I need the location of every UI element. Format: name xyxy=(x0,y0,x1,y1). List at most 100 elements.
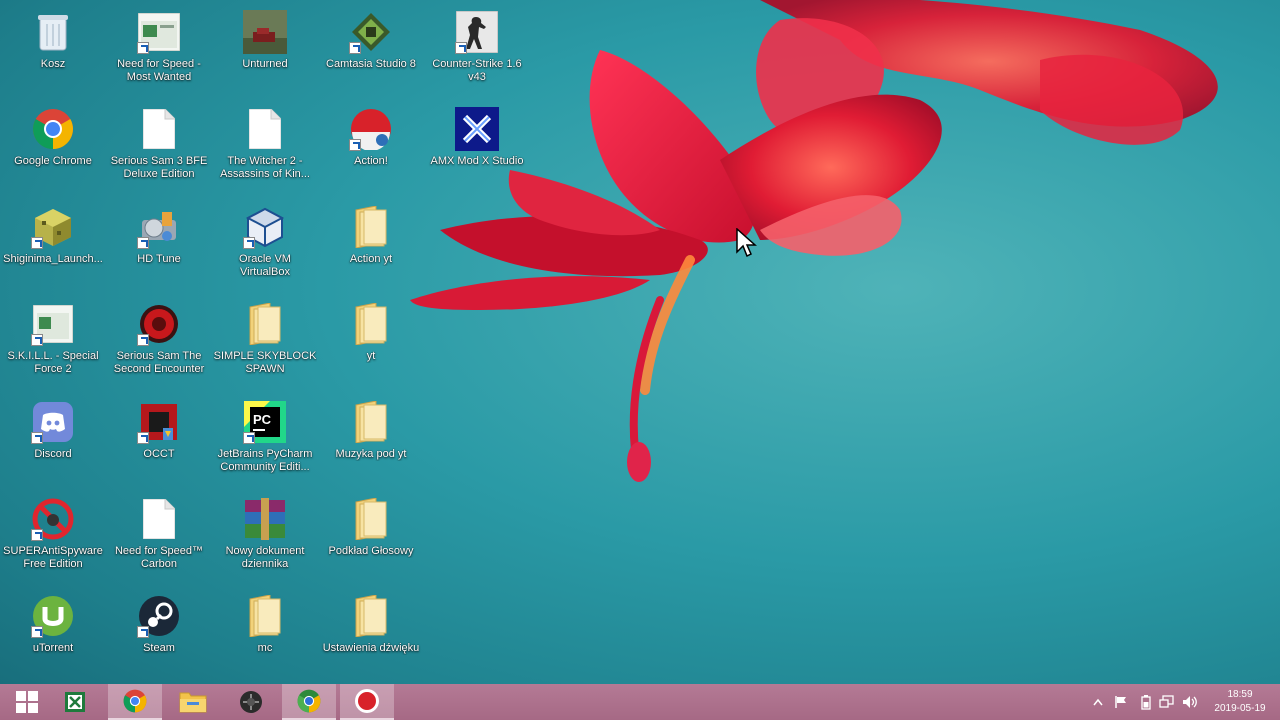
desktop-icon-hd-tune[interactable]: HD Tune xyxy=(107,199,211,291)
desktop-icon-shiginima[interactable]: Shiginima_Launch... xyxy=(1,199,105,291)
desktop-icon-label: The Witcher 2 - Assassins of Kin... xyxy=(220,155,310,180)
discord-icon xyxy=(31,400,75,444)
desktop-icon-label: Kosz xyxy=(40,58,66,70)
desktop-icon-skill[interactable]: S.K.I.L.L. - Special Force 2 xyxy=(1,296,105,388)
volume-icon[interactable] xyxy=(1182,694,1198,710)
document-icon xyxy=(137,497,181,541)
desktop-icon-nfs-carbon[interactable]: Need for Speed™ Carbon xyxy=(107,491,211,583)
desktop-icon-label: Unturned xyxy=(242,58,288,70)
desktop-icon-superantispyware[interactable]: SUPERAntiSpyware Free Edition xyxy=(1,491,105,583)
virtualbox-icon xyxy=(243,205,287,249)
record-icon xyxy=(355,689,379,713)
steam-icon xyxy=(137,594,181,638)
desktop-icon-camtasia[interactable]: Camtasia Studio 8 xyxy=(319,4,423,96)
desktop-icon-label: Action! xyxy=(354,155,388,167)
desktop-icon-label: Serious Sam The Second Encounter xyxy=(113,350,205,375)
desktop-icon-action[interactable]: Action! xyxy=(319,101,423,193)
desktop-icon-label: OCCT xyxy=(143,448,175,460)
taskbar-app-button[interactable] xyxy=(224,684,278,720)
chevron-up-icon[interactable] xyxy=(1090,694,1106,710)
serious-sam-icon xyxy=(137,302,181,346)
chrome-canary-icon xyxy=(297,689,321,713)
desktop-icon-serious-sam-3[interactable]: Serious Sam 3 BFE Deluxe Edition xyxy=(107,101,211,193)
winrar-icon xyxy=(243,497,287,541)
desktop-icon-podklad[interactable]: Podkład Głosowy xyxy=(319,491,423,583)
folder-icon xyxy=(349,205,393,249)
unturned-icon xyxy=(243,10,287,54)
flag-icon[interactable] xyxy=(1113,694,1129,710)
document-icon xyxy=(137,107,181,151)
desktop-icon-label: Counter-Strike 1.6 v43 xyxy=(432,58,522,83)
clock-time: 18:59 xyxy=(1227,689,1253,700)
occt-icon xyxy=(137,400,181,444)
desktop-icon-pycharm[interactable]: PC JetBrains PyCharm Community Editi... xyxy=(213,394,317,486)
desktop-icon-simple-skyblock[interactable]: SIMPLE SKYBLOCK SPAWN xyxy=(213,296,317,388)
desktop-icon-discord[interactable]: Discord xyxy=(1,394,105,486)
desktop-icon-muzyka[interactable]: Muzyka pod yt xyxy=(319,394,423,486)
skill-icon xyxy=(31,302,75,346)
camtasia-icon xyxy=(349,10,393,54)
taskbar-record-button[interactable] xyxy=(340,684,394,720)
recycle-bin-icon xyxy=(31,10,75,54)
battery-icon[interactable] xyxy=(1138,694,1154,710)
folder-icon xyxy=(349,400,393,444)
desktop-icon-unturned[interactable]: Unturned xyxy=(213,4,317,96)
chrome-icon xyxy=(123,689,147,713)
taskbar-chrome-button[interactable] xyxy=(108,684,162,720)
desktop-icon-label: Shiginima_Launch... xyxy=(3,253,103,265)
mouse-cursor-icon xyxy=(736,228,757,258)
desktop-icon-nowy-dokument[interactable]: Nowy dokument dziennika xyxy=(213,491,317,583)
desktop-icon-label: Nowy dokument dziennika xyxy=(225,545,305,570)
taskbar: 18:59 2019-05-19 xyxy=(0,684,1280,720)
nfs-most-wanted-icon xyxy=(137,10,181,54)
desktop-icon-nfs-most-wanted[interactable]: Need for Speed - Most Wanted xyxy=(107,4,211,96)
desktop-icon-ustawienia[interactable]: Ustawienia dźwięku xyxy=(319,588,423,680)
taskbar-file-explorer-button[interactable] xyxy=(166,684,220,720)
desktop-icon-recycle-bin[interactable]: Kosz xyxy=(1,4,105,96)
folder-icon xyxy=(243,594,287,638)
desktop-icon-label: Oracle VM VirtualBox xyxy=(239,253,291,278)
desktop-icon-label: Need for Speed™ Carbon xyxy=(114,545,204,570)
desktop-icon-label: HD Tune xyxy=(137,253,181,265)
network-icon[interactable] xyxy=(1159,694,1175,710)
desktop-icon-label: Podkład Głosowy xyxy=(328,545,414,557)
desktop-icon-utorrent[interactable]: uTorrent xyxy=(1,588,105,680)
app-dark-icon xyxy=(240,691,262,713)
taskbar-excel-button[interactable] xyxy=(48,684,102,720)
desktop-icon-label: Action yt xyxy=(349,253,393,265)
desktop-icon-google-chrome[interactable]: Google Chrome xyxy=(1,101,105,193)
desktop-icon-occt[interactable]: OCCT xyxy=(107,394,211,486)
pycharm-icon: PC xyxy=(243,400,287,444)
desktop-icon-label: JetBrains PyCharm Community Editi... xyxy=(217,448,313,473)
desktop-icon-label: Need for Speed - Most Wanted xyxy=(117,58,201,83)
minecraft-block-icon xyxy=(31,205,75,249)
taskbar-clock[interactable]: 18:59 2019-05-19 xyxy=(1204,688,1276,716)
desktop-icon-action-yt[interactable]: Action yt xyxy=(319,199,423,291)
desktop-icon-label: uTorrent xyxy=(32,642,74,654)
desktop-icon-label: Muzyka pod yt xyxy=(335,448,407,460)
start-button[interactable] xyxy=(0,684,54,720)
desktop-icon-virtualbox[interactable]: Oracle VM VirtualBox xyxy=(213,199,317,291)
utorrent-icon xyxy=(31,594,75,638)
desktop-icon-amx-mod[interactable]: AMX Mod X Studio xyxy=(425,101,529,193)
desktop-icon-label: Camtasia Studio 8 xyxy=(326,58,416,70)
desktop-icon-steam[interactable]: Steam xyxy=(107,588,211,680)
file-explorer-icon xyxy=(179,692,207,713)
desktop-icon-counter-strike[interactable]: Counter-Strike 1.6 v43 xyxy=(425,4,529,96)
desktop-icon-mc[interactable]: mc xyxy=(213,588,317,680)
windows-start-icon xyxy=(16,691,38,713)
desktop-icon-label: Ustawienia dźwięku xyxy=(322,642,420,654)
folder-icon xyxy=(349,302,393,346)
desktop-icon-witcher-2[interactable]: The Witcher 2 - Assassins of Kin... xyxy=(213,101,317,193)
desktop-icon-label: yt xyxy=(366,350,376,362)
chrome-icon xyxy=(31,107,75,151)
desktop-icon-label: AMX Mod X Studio xyxy=(430,155,524,167)
taskbar-chrome-canary-button[interactable] xyxy=(282,684,336,720)
desktop-icon-serious-sam-tse[interactable]: Serious Sam The Second Encounter xyxy=(107,296,211,388)
hd-tune-icon xyxy=(137,205,181,249)
folder-icon xyxy=(349,594,393,638)
counter-strike-icon xyxy=(455,10,499,54)
amx-mod-icon xyxy=(455,107,499,151)
desktop-icon-label: Steam xyxy=(143,642,175,654)
desktop-icon-yt[interactable]: yt xyxy=(319,296,423,388)
